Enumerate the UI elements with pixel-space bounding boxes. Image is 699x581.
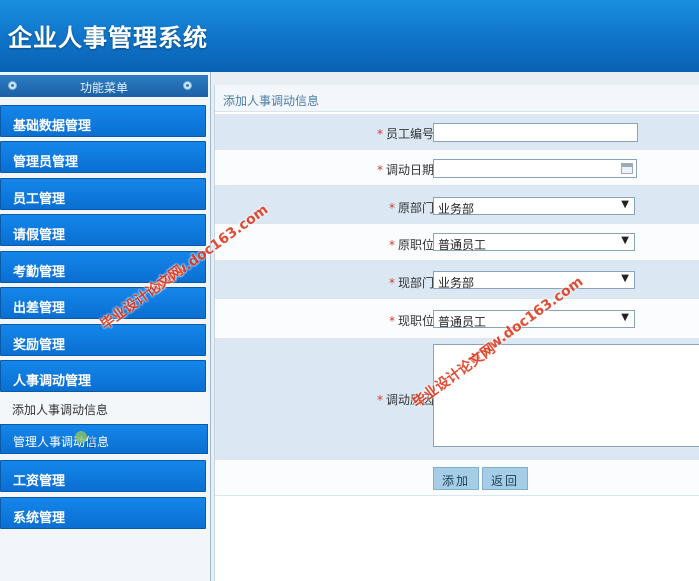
app-header: 企业人事管理系统 — [0, 0, 699, 72]
new-position-value: 普通员工 — [438, 315, 487, 329]
old-dept-label: * 原部门: — [388, 201, 438, 215]
new-dept-select[interactable]: 业务部 ▼ — [433, 271, 635, 290]
back-button[interactable]: 返回 — [482, 467, 528, 490]
transfer-date-input[interactable] — [433, 159, 637, 178]
sidebar-subitem-add-transfer[interactable]: 添加人事调动信息 — [0, 393, 208, 423]
old-position-value: 普通员工 — [438, 238, 487, 252]
old-dept-value: 业务部 — [438, 202, 475, 216]
dropdown-arrow-icon: ▼ — [621, 273, 629, 284]
right-dot-icon — [183, 81, 192, 90]
old-dept-row: * 原部门: 业务部 ▼ — [215, 186, 699, 224]
sidebar-item-transfer[interactable]: 人事调动管理 — [0, 360, 206, 392]
old-position-select[interactable]: 普通员工 ▼ — [433, 233, 635, 252]
calendar-icon[interactable] — [621, 163, 633, 174]
old-dept-select[interactable]: 业务部 ▼ — [433, 197, 635, 216]
employee-id-row: * 员工编号: — [215, 114, 699, 150]
sidebar-item-leave[interactable]: 请假管理 — [0, 214, 206, 246]
new-dept-value: 业务部 — [438, 276, 475, 290]
sidebar-item-employee[interactable]: 员工管理 — [0, 178, 206, 210]
panel-title: 添加人事调动信息 — [215, 85, 699, 112]
sidebar-header: 功能菜单 — [0, 75, 208, 97]
transfer-date-row: * 调动日期: — [215, 150, 699, 186]
dropdown-arrow-icon: ▼ — [621, 312, 629, 323]
sidebar-item-admin[interactable]: 管理员管理 — [0, 141, 206, 173]
add-button[interactable]: 添加 — [433, 467, 479, 490]
sidebar-item-basic-data[interactable]: 基础数据管理 — [0, 105, 206, 137]
new-dept-label: * 现部门: — [388, 276, 438, 290]
hand-pointer-icon: ☝ — [85, 433, 95, 452]
old-position-label: * 原职位: — [388, 238, 438, 252]
employee-id-input[interactable] — [433, 123, 638, 142]
main-panel: 添加人事调动信息 * 员工编号: * 调动日期: * 原部门: 业务部 ▼ * 原职位:… — [214, 85, 699, 581]
sidebar-item-salary[interactable]: 工资管理 — [0, 460, 206, 492]
app-title: 企业人事管理系统 — [8, 24, 208, 52]
sidebar-header-label: 功能菜单 — [79, 81, 128, 95]
dropdown-arrow-icon: ▼ — [621, 235, 629, 246]
dropdown-arrow-icon: ▼ — [621, 199, 629, 210]
transfer-date-label: * 调动日期: — [376, 163, 438, 177]
new-position-label: * 现职位: — [388, 314, 438, 328]
reason-row: * 调动原因: — [215, 339, 699, 460]
sidebar-item-system[interactable]: 系统管理 — [0, 497, 206, 529]
sidebar-subitem-manage-transfer[interactable]: 管理人事调动信息 ☝ — [0, 424, 208, 454]
new-dept-row: * 现部门: 业务部 ▼ — [215, 261, 699, 299]
button-row: 添加 返回 — [215, 460, 699, 496]
employee-id-label: * 员工编号: — [376, 127, 438, 141]
new-position-row: * 现职位: 普通员工 ▼ — [215, 299, 699, 339]
old-position-row: * 原职位: 普通员工 ▼ — [215, 224, 699, 261]
